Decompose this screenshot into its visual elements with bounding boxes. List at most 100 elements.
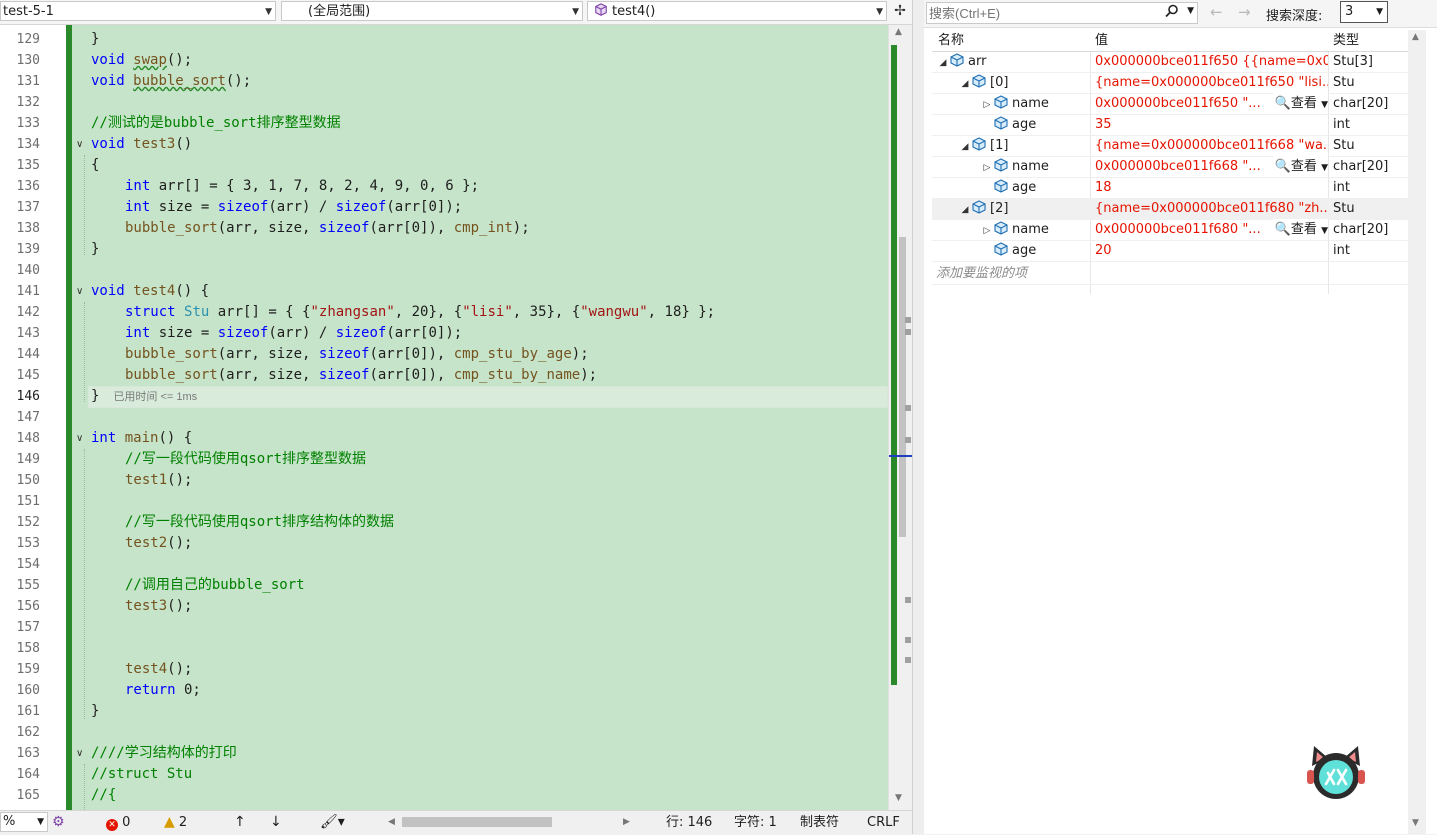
search-previous-arrow-icon[interactable]: ← — [1210, 3, 1223, 21]
scrollbar-thumb[interactable] — [899, 237, 906, 537]
search-icon[interactable] — [1165, 4, 1179, 22]
watch-row[interactable]: ◢ [1] {name=0x000000bce011f668 "wa... Stu — [932, 135, 1408, 157]
expand-arrow-icon[interactable]: ▷ — [982, 95, 992, 114]
fold-toggle-icon[interactable]: ∨ — [76, 743, 88, 764]
code-health-icon[interactable]: ⚙ — [52, 811, 65, 834]
view-button-label: 查看 — [1290, 159, 1317, 174]
scroll-up-arrow-icon[interactable]: ▲ — [895, 27, 902, 37]
editor-vertical-scrollbar[interactable]: ▲ ▼ — [888, 25, 912, 810]
watch-row-value[interactable]: 0x000000bce011f668 "... 🔍查看 ▼ — [1095, 156, 1328, 177]
watch-row[interactable]: age 35 int — [932, 114, 1408, 136]
watch-row-name: age — [1012, 180, 1037, 195]
watch-row-value[interactable]: {name=0x000000bce011f650 "lisi... — [1095, 72, 1328, 93]
fold-toggle-icon[interactable]: ∨ — [76, 281, 88, 302]
watch-row-value-text: {name=0x000000bce011f650 "lisi... — [1095, 75, 1328, 90]
watch-row-value[interactable]: {name=0x000000bce011f680 "zh... — [1095, 198, 1328, 219]
code-line: void test4() { — [91, 283, 210, 299]
add-watch-row[interactable]: 添加要监视的项 — [932, 263, 1408, 285]
scroll-left-arrow-icon[interactable]: ◀ — [388, 811, 395, 834]
watch-row-name: [1] — [990, 138, 1009, 153]
warning-count[interactable]: ▲ 2 — [164, 811, 187, 834]
line-number: 139 — [16, 242, 40, 257]
cube-icon — [994, 116, 1008, 130]
split-window-button[interactable]: ✢ — [890, 1, 910, 21]
scrollbar-thumb[interactable] — [402, 817, 552, 827]
error-count[interactable]: ✕ 0 — [106, 811, 130, 834]
editor-horizontal-scrollbar[interactable]: ◀ ▶ — [385, 811, 635, 834]
code-line: bubble_sort(arr, size, sizeof(arr[0]), c… — [125, 346, 589, 362]
arrow-down-icon[interactable]: ↓ — [270, 811, 282, 834]
column-header-type[interactable]: 类型 — [1333, 30, 1408, 51]
view-visualizer-button[interactable]: 🔍查看 ▼ — [1272, 93, 1328, 114]
line-indicator[interactable]: 行: 146 — [666, 811, 712, 834]
scope-dropdown[interactable]: (全局范围) ▼ — [281, 1, 583, 21]
code-comment: //写一段代码使用qsort排序结构体的数据 — [125, 514, 395, 530]
expand-arrow-icon[interactable]: ◢ — [960, 200, 970, 219]
watch-row-value[interactable]: 35 — [1095, 114, 1328, 135]
zoom-dropdown[interactable]: % ▼ — [0, 812, 48, 832]
watch-row[interactable]: ▷ name 0x000000bce011f680 "... 🔍查看 ▼ char[20… — [932, 219, 1408, 241]
column-header-value[interactable]: 值 — [1095, 30, 1328, 51]
watch-row-name: [2] — [990, 201, 1009, 216]
line-number: 133 — [16, 116, 40, 131]
view-visualizer-button[interactable]: 🔍查看 ▼ — [1272, 219, 1328, 240]
line-number: 149 — [16, 452, 40, 467]
watch-row-type: int — [1333, 243, 1350, 258]
fold-toggle-icon[interactable]: ∨ — [76, 428, 88, 449]
fold-toggle-icon[interactable]: ∨ — [76, 134, 88, 155]
expand-arrow-icon[interactable]: ◢ — [960, 74, 970, 93]
code-editor[interactable]: 129 130 131 132 133 134 135 136 137 138 139 140 141 1… — [0, 25, 912, 810]
char-indicator[interactable]: 字符: 1 — [734, 811, 777, 834]
brush-icon[interactable]: 🖌▾ — [320, 811, 345, 834]
chevron-down-icon: ▼ — [1321, 100, 1328, 110]
search-input[interactable] — [929, 4, 1159, 22]
watch-row[interactable]: ◢ [2] {name=0x000000bce011f680 "zh... Stu — [932, 198, 1408, 220]
watch-row[interactable]: ◢ arr 0x000000bce011f650 {{name=0x0... Stu[… — [932, 51, 1408, 73]
scroll-up-arrow-icon[interactable]: ▲ — [1412, 32, 1419, 42]
line-number: 142 — [16, 305, 40, 320]
code-comment: //struct Stu — [91, 766, 193, 782]
column-header-name[interactable]: 名称 — [932, 30, 1096, 51]
watch-row-value[interactable]: 18 — [1095, 177, 1328, 198]
scroll-right-arrow-icon[interactable]: ▶ — [623, 811, 630, 834]
project-dropdown[interactable]: test-5-1 ▼ — [0, 1, 276, 21]
overview-mark — [905, 405, 911, 411]
watch-vertical-scrollbar[interactable]: ▲ ▼ — [1408, 30, 1426, 834]
expand-arrow-icon[interactable]: ▷ — [982, 158, 992, 177]
overview-mark — [905, 597, 911, 603]
watch-row-value[interactable]: 0x000000bce011f650 {{name=0x0... — [1095, 51, 1328, 72]
chevron-down-icon[interactable]: ▼ — [1187, 6, 1194, 16]
expand-arrow-icon[interactable]: ◢ — [938, 53, 948, 72]
warning-icon: ▲ — [164, 814, 175, 830]
scroll-down-arrow-icon[interactable]: ▼ — [1412, 818, 1419, 828]
view-visualizer-button[interactable]: 🔍查看 ▼ — [1272, 156, 1328, 177]
eol-indicator[interactable]: CRLF — [867, 811, 900, 834]
watch-search[interactable]: ▼ — [926, 2, 1198, 24]
watch-row-value[interactable]: {name=0x000000bce011f668 "wa... — [1095, 135, 1328, 156]
expand-arrow-icon[interactable]: ◢ — [960, 137, 970, 156]
watch-row[interactable]: ▷ name 0x000000bce011f650 "... 🔍查看 ▼ char[20… — [932, 93, 1408, 115]
expand-arrow-icon[interactable]: ▷ — [982, 221, 992, 240]
watch-row[interactable]: age 18 int — [932, 177, 1408, 199]
watch-row[interactable]: ▷ name 0x000000bce011f668 "... 🔍查看 ▼ char[20… — [932, 156, 1408, 178]
arrow-up-icon[interactable]: ↑ — [234, 811, 246, 834]
line-number: 137 — [16, 200, 40, 215]
watch-row-value[interactable]: 20 — [1095, 240, 1328, 261]
tab-indicator[interactable]: 制表符 — [800, 811, 839, 834]
line-number: 147 — [16, 410, 40, 425]
line-number: 130 — [16, 53, 40, 68]
add-watch-placeholder[interactable]: 添加要监视的项 — [932, 263, 1236, 284]
watch-row-value[interactable]: 0x000000bce011f650 "... 🔍查看 ▼ — [1095, 93, 1328, 114]
watch-row-name-cell: ◢ arr — [932, 51, 1096, 72]
chevron-down-icon: ▼ — [37, 817, 44, 827]
scroll-down-arrow-icon[interactable]: ▼ — [895, 793, 902, 803]
function-dropdown[interactable]: test4() ▼ — [587, 1, 887, 21]
watch-row[interactable]: age 20 int — [932, 240, 1408, 262]
line-number: 157 — [16, 620, 40, 635]
chevron-down-icon: ▼ — [572, 7, 579, 17]
search-depth-dropdown[interactable]: 3 ▼ — [1340, 1, 1388, 23]
indent-guide — [84, 449, 85, 719]
search-next-arrow-icon[interactable]: → — [1238, 3, 1251, 21]
watch-row-value[interactable]: 0x000000bce011f680 "... 🔍查看 ▼ — [1095, 219, 1328, 240]
watch-row[interactable]: ◢ [0] {name=0x000000bce011f650 "lisi... Stu — [932, 72, 1408, 94]
